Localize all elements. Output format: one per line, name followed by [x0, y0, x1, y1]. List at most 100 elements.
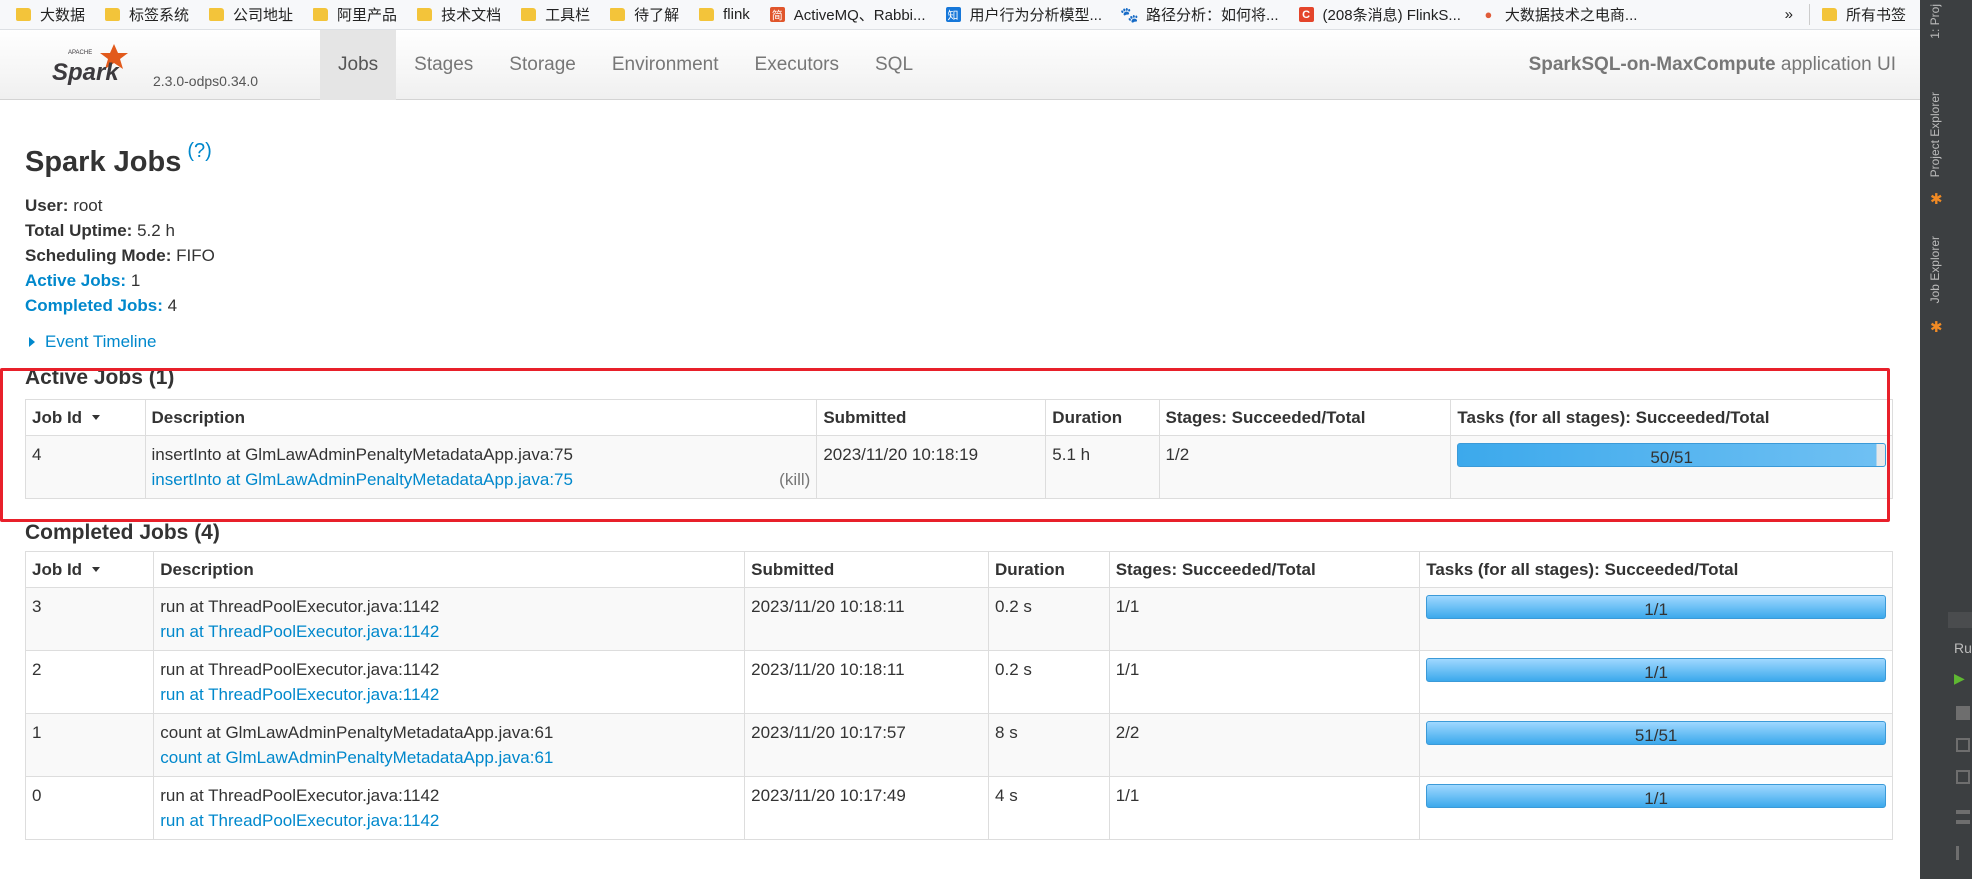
ide-tab-project-explorer[interactable]: Project Explorer [1928, 92, 1942, 177]
pin-icon[interactable] [1956, 846, 1970, 860]
col-job-id[interactable]: Job Id [24, 551, 155, 588]
bookmark-item[interactable]: 大数据 [16, 4, 85, 25]
job-submitted: 2023/11/20 10:17:57 [744, 713, 990, 777]
job-duration: 0.2 s [988, 587, 1110, 651]
description-text: run at ThreadPoolExecutor.java:1142 [160, 786, 440, 805]
tab-jobs[interactable]: Jobs [320, 30, 397, 100]
run-icon[interactable]: ▶ [1954, 670, 1965, 687]
tab-environment[interactable]: Environment [594, 30, 737, 100]
ide-tab-project[interactable]: 1: Proj [1928, 4, 1942, 39]
col-submitted[interactable]: Submitted [744, 551, 990, 588]
folder-icon [417, 8, 433, 21]
folder-icon [313, 8, 329, 21]
job-id: 1 [24, 713, 155, 777]
bookmarks-bar: 大数据 标签系统 公司地址 阿里产品 技术文档 工具栏 待了解 flink 简A… [0, 0, 1920, 30]
camera-icon[interactable] [1956, 738, 1970, 752]
tab-stages[interactable]: Stages [396, 30, 491, 100]
folder-icon [521, 8, 537, 21]
spark-logo[interactable]: Spark APACHE [48, 40, 148, 90]
all-bookmarks-button[interactable]: 所有书签 [1808, 4, 1906, 25]
col-description[interactable]: Description [144, 399, 818, 436]
job-submitted: 2023/11/20 10:18:19 [816, 435, 1047, 499]
job-description: run at ThreadPoolExecutor.java:1142 run a… [153, 776, 746, 840]
sort-desc-icon [92, 566, 101, 572]
page-title: Spark Jobs (?) [25, 140, 212, 179]
spark-navbar: Spark APACHE 2.3.0-odps0.34.0 Jobs Stage… [0, 30, 1920, 100]
bookmarks-more-button[interactable]: » [1785, 6, 1793, 23]
job-stages: 2/2 [1108, 713, 1421, 777]
ide-tab-job-explorer[interactable]: Job Explorer [1928, 236, 1942, 303]
pin-icon: ● [1484, 7, 1493, 22]
folder-icon [209, 8, 225, 21]
job-tasks: 51/51 [1419, 713, 1893, 777]
bookmark-label: 标签系统 [129, 7, 190, 24]
bookmark-item[interactable]: 知用户行为分析模型... [945, 4, 1102, 25]
maxcompute-icon: ✱ [1930, 319, 1943, 336]
col-label: Job Id [32, 559, 83, 579]
description-link[interactable]: run at ThreadPoolExecutor.java:1142 [160, 682, 738, 707]
bookmark-item[interactable]: flink [699, 6, 750, 23]
active-jobs-link[interactable]: Active Jobs: [25, 271, 126, 290]
bookmark-label: flink [723, 6, 750, 23]
col-label: Job Id [32, 407, 83, 427]
job-stages: 1/1 [1108, 650, 1421, 714]
col-duration[interactable]: Duration [1045, 399, 1160, 436]
bookmark-label: 路径分析：如何将... [1146, 7, 1279, 24]
bookmark-item[interactable]: 待了解 [610, 4, 679, 25]
bookmark-label: 待了解 [634, 7, 680, 24]
description-link[interactable]: count at GlmLawAdminPenaltyMetadataApp.j… [160, 745, 738, 770]
tab-sql[interactable]: SQL [857, 30, 931, 100]
summary-uptime: Total Uptime: 5.2 h [25, 218, 215, 243]
col-tasks[interactable]: Tasks (for all stages): Succeeded/Total [1419, 551, 1893, 588]
stop-icon[interactable] [1956, 706, 1970, 720]
help-link[interactable]: (?) [187, 140, 211, 162]
col-job-id[interactable]: Job Id [25, 399, 146, 436]
bookmark-item[interactable]: 标签系统 [105, 4, 189, 25]
event-timeline-toggle[interactable]: Event Timeline [25, 332, 157, 352]
description-link[interactable]: run at ThreadPoolExecutor.java:1142 [160, 808, 738, 833]
folder-icon [699, 8, 715, 21]
layout-icon[interactable] [1956, 810, 1970, 824]
bookmark-item[interactable]: 公司地址 [209, 4, 293, 25]
app-name-bold: SparkSQL-on-MaxCompute [1528, 54, 1776, 75]
job-id: 0 [24, 776, 155, 840]
bookmark-label: 阿里产品 [337, 7, 398, 24]
zhihu-icon: 知 [945, 7, 961, 22]
tab-executors[interactable]: Executors [737, 30, 857, 100]
all-bookmarks-label: 所有书签 [1845, 7, 1906, 24]
job-tasks: 1/1 [1419, 650, 1893, 714]
job-tasks: 1/1 [1419, 587, 1893, 651]
tasks-progress-bar: 1/1 [1426, 784, 1886, 808]
completed-jobs-link[interactable]: Completed Jobs: [25, 296, 163, 315]
bookmark-label: 技术文档 [441, 7, 502, 24]
bookmark-item[interactable]: 简 ActiveMQ、Rabbi... [769, 4, 926, 25]
bookmark-item[interactable]: C (208条消息) FlinkS... [1298, 4, 1461, 25]
bookmark-item[interactable]: 阿里产品 [313, 4, 397, 25]
job-id: 3 [24, 587, 155, 651]
bookmark-item[interactable]: 🐾 路径分析：如何将... [1120, 4, 1279, 25]
bookmark-item[interactable]: ● 大数据技术之电商... [1481, 4, 1637, 25]
bookmark-item[interactable]: 工具栏 [521, 4, 590, 25]
job-tasks: 1/1 [1419, 776, 1893, 840]
job-submitted: 2023/11/20 10:17:49 [744, 776, 990, 840]
col-description[interactable]: Description [153, 551, 746, 588]
svg-text:APACHE: APACHE [68, 50, 92, 56]
bookmark-label: 工具栏 [545, 7, 591, 24]
summary-user: User: root [25, 193, 215, 218]
tasks-progress-label: 1/1 [1644, 789, 1668, 808]
kill-link[interactable]: (kill) [779, 467, 810, 492]
exit-icon[interactable] [1956, 770, 1970, 784]
description-link[interactable]: insertInto at GlmLawAdminPenaltyMetadata… [152, 470, 573, 489]
col-stages[interactable]: Stages: Succeeded/Total [1158, 399, 1452, 436]
description-link[interactable]: run at ThreadPoolExecutor.java:1142 [160, 619, 738, 644]
page-title-text: Spark Jobs [25, 146, 182, 178]
col-stages[interactable]: Stages: Succeeded/Total [1108, 551, 1421, 588]
tasks-progress-label: 50/51 [1650, 448, 1693, 467]
folder-icon [16, 8, 31, 21]
description-text: insertInto at GlmLawAdminPenaltyMetadata… [151, 445, 573, 464]
col-submitted[interactable]: Submitted [816, 399, 1047, 436]
tab-storage[interactable]: Storage [491, 30, 594, 100]
bookmark-item[interactable]: 技术文档 [417, 4, 501, 25]
col-tasks[interactable]: Tasks (for all stages): Succeeded/Total [1450, 399, 1893, 436]
col-duration[interactable]: Duration [988, 551, 1110, 588]
